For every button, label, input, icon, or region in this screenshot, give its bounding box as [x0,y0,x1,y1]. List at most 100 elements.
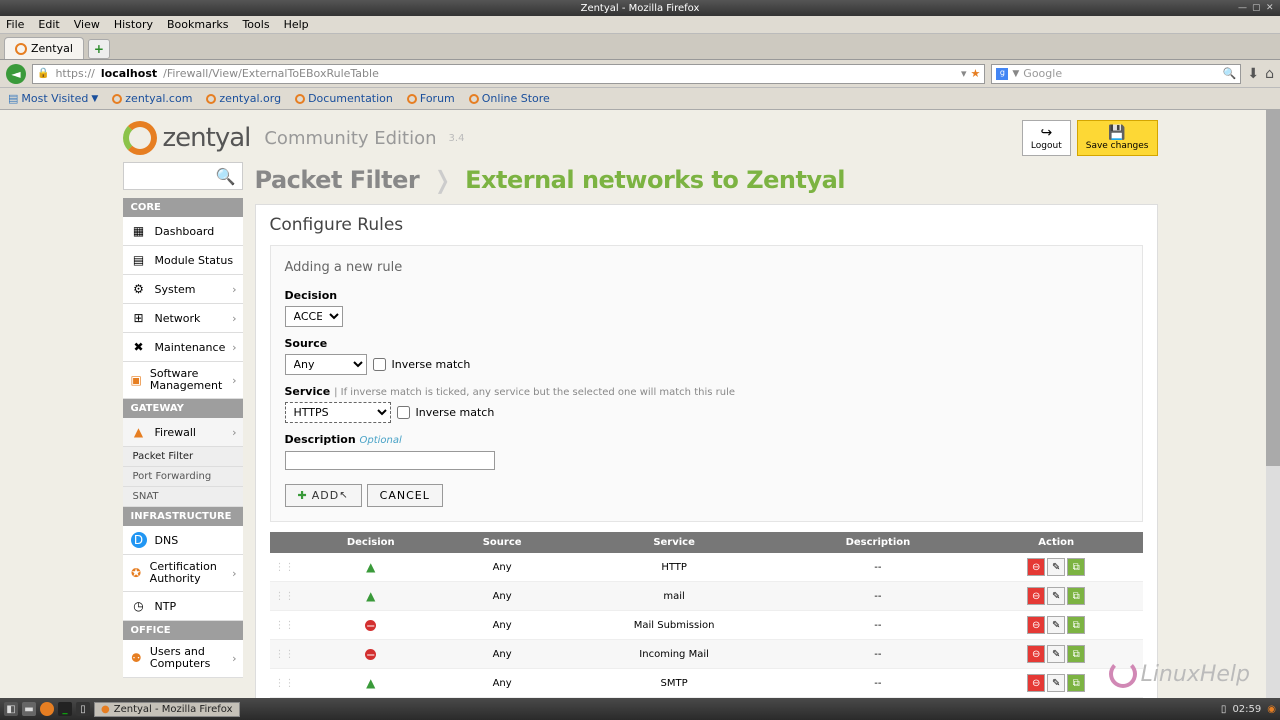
edit-button[interactable]: ✎ [1047,587,1065,605]
bookmark-link[interactable]: zentyal.com [112,92,192,105]
cancel-button[interactable]: CANCEL [367,484,443,507]
col-source: Source [442,532,562,553]
bookmark-link[interactable]: Online Store [469,92,550,105]
drag-handle-icon[interactable]: ⋮⋮ [275,620,295,631]
minimize-icon[interactable]: — [1238,3,1248,13]
taskbar-app[interactable]: ● Zentyal - Mozilla Firefox [94,702,240,717]
service-select[interactable]: HTTPS [285,402,391,423]
terminal-icon[interactable]: _ [58,702,72,716]
home-icon[interactable]: ⌂ [1265,66,1274,82]
cell-description: -- [786,553,970,582]
col-service: Service [562,532,786,553]
clone-button[interactable]: ⧉ [1067,616,1085,634]
cell-service: mail [562,582,786,611]
sidebar-sub-packet-filter[interactable]: Packet Filter [123,447,243,467]
menu-tools[interactable]: Tools [242,18,269,31]
sidebar-item-software[interactable]: ▣Software Management [123,362,243,399]
delete-button[interactable]: ⊖ [1027,645,1045,663]
edit-button[interactable]: ✎ [1047,616,1065,634]
dropdown-icon[interactable]: ▼ [1012,69,1019,79]
back-button[interactable]: ◄ [6,64,26,84]
sidebar-item-ca[interactable]: ✪Certification Authority [123,555,243,592]
sidebar-sub-port-forwarding[interactable]: Port Forwarding [123,467,243,487]
bookmark-link[interactable]: zentyal.org [206,92,281,105]
drag-handle-icon[interactable]: ⋮⋮ [275,591,295,602]
sidebar-item-module-status[interactable]: ▤Module Status [123,246,243,275]
browser-tab[interactable]: Zentyal [4,37,84,59]
edit-button[interactable]: ✎ [1047,674,1065,692]
source-select[interactable]: Any [285,354,367,375]
sidebar-item-users[interactable]: ⚉Users and Computers [123,640,243,677]
cell-source: Any [442,582,562,611]
decision-select[interactable]: ACCEPT [285,306,343,327]
menu-edit[interactable]: Edit [38,18,59,31]
menu-bookmarks[interactable]: Bookmarks [167,18,228,31]
menu-help[interactable]: Help [284,18,309,31]
file-manager-icon[interactable]: ▬ [22,702,36,716]
firefox-icon: ● [101,704,110,715]
bookmark-link[interactable]: Documentation [295,92,393,105]
downloads-icon[interactable]: ⬇ [1247,66,1259,82]
google-icon: g [996,68,1008,80]
sidebar-section-infrastructure: INFRASTRUCTURE [123,507,243,526]
sidebar-item-maintenance[interactable]: ✖Maintenance [123,333,243,362]
browser-search-input[interactable]: g ▼ Google 🔍 [991,64,1241,84]
maximize-icon[interactable]: ▢ [1252,3,1262,13]
new-tab-button[interactable]: + [88,39,110,59]
drag-handle-icon[interactable]: ⋮⋮ [275,562,295,573]
sidebar-item-dns[interactable]: DDNS [123,526,243,555]
tray-icon[interactable]: ▯ [1221,704,1227,715]
add-button[interactable]: ✚ADD↖ [285,484,362,507]
sidebar-item-dashboard[interactable]: ▦Dashboard [123,217,243,246]
app-icon[interactable]: ▯ [76,702,90,716]
os-taskbar: ◧ ▬ _ ▯ ● Zentyal - Mozilla Firefox ▯ 02… [0,698,1280,720]
clone-button[interactable]: ⧉ [1067,645,1085,663]
delete-button[interactable]: ⊖ [1027,587,1045,605]
firefox-launcher-icon[interactable] [40,702,54,716]
menu-file[interactable]: File [6,18,24,31]
clone-button[interactable]: ⧉ [1067,558,1085,576]
service-inverse-checkbox[interactable] [397,406,410,419]
start-menu-icon[interactable]: ◧ [4,702,18,716]
menu-view[interactable]: View [74,18,100,31]
description-input[interactable] [285,451,495,470]
logout-button[interactable]: ↪Logout [1022,120,1071,156]
drag-handle-icon[interactable]: ⋮⋮ [275,649,295,660]
save-changes-button[interactable]: 💾Save changes [1077,120,1158,156]
cell-description: -- [786,669,970,698]
dropdown-icon[interactable]: ▾ [961,67,967,80]
clone-button[interactable]: ⧉ [1067,587,1085,605]
clock-icon: ◷ [131,598,147,614]
source-inverse-checkbox[interactable] [373,358,386,371]
tray-power-icon[interactable]: ◉ [1267,704,1276,715]
clone-button[interactable]: ⧉ [1067,674,1085,692]
delete-button[interactable]: ⊖ [1027,616,1045,634]
delete-button[interactable]: ⊖ [1027,674,1045,692]
sidebar-item-ntp[interactable]: ◷NTP [123,592,243,621]
delete-button[interactable]: ⊖ [1027,558,1045,576]
sidebar-item-system[interactable]: ⚙System [123,275,243,304]
close-icon[interactable]: ✕ [1266,3,1276,13]
source-label: Source [285,337,1128,350]
sidebar-search-input[interactable]: 🔍 [123,162,243,190]
sidebar-sub-snat[interactable]: SNAT [123,487,243,507]
drag-handle-icon[interactable]: ⋮⋮ [275,678,295,689]
bookmark-link[interactable]: Forum [407,92,455,105]
scrollbar[interactable] [1266,110,1280,704]
edit-button[interactable]: ✎ [1047,645,1065,663]
sidebar-item-network[interactable]: ⊞Network [123,304,243,333]
plus-icon: ✚ [298,489,308,502]
url-input[interactable]: 🔒 https://localhost/Firewall/View/Extern… [32,64,985,84]
bookmark-star-icon[interactable]: ★ [971,67,981,80]
table-row: ⋮⋮▲AnySMTP--⊖✎⧉ [270,669,1143,698]
cell-description: -- [786,582,970,611]
search-icon[interactable]: 🔍 [1223,67,1237,80]
bookmark-most-visited[interactable]: ▤Most Visited▼ [8,92,98,105]
page-viewport: zentyal Community Edition 3.4 ↪Logout 💾S… [0,110,1280,704]
page-header: zentyal Community Edition 3.4 ↪Logout 💾S… [123,110,1158,162]
rules-panel: Configure Rules Adding a new rule Decisi… [255,204,1158,704]
sidebar-item-firewall[interactable]: ▲Firewall [123,418,243,447]
edit-button[interactable]: ✎ [1047,558,1065,576]
menu-history[interactable]: History [114,18,153,31]
cell-description: -- [786,640,970,669]
